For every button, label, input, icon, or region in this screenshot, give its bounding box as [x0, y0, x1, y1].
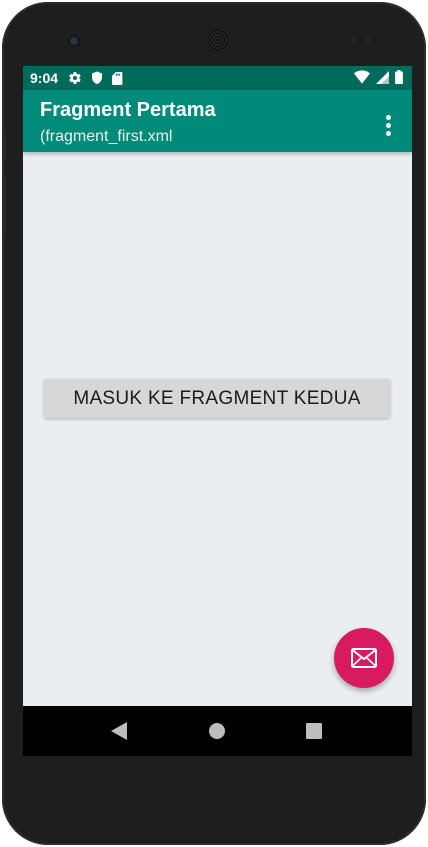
power-button: [2, 177, 6, 237]
light-sensor: [365, 37, 371, 43]
device-screen: 9:04 Fragment Pertama (fragment_first.xm…: [23, 66, 412, 756]
home-icon[interactable]: [187, 706, 247, 756]
signal-icon: [376, 70, 389, 89]
battery-icon: [395, 70, 403, 89]
wifi-icon: [354, 70, 370, 89]
volume-button: [2, 132, 6, 162]
gear-icon: [68, 71, 82, 85]
shield-icon: [91, 71, 103, 85]
earpiece-speaker: [207, 29, 229, 51]
overflow-dot: [385, 114, 391, 120]
app-bar: Fragment Pertama (fragment_first.xml: [23, 90, 412, 152]
more-vert-icon[interactable]: [372, 108, 404, 142]
proximity-sensor: [350, 37, 356, 43]
status-bar: 9:04: [23, 66, 412, 90]
sd-card-icon: [112, 71, 123, 85]
phone-frame: 9:04 Fragment Pertama (fragment_first.xm…: [2, 2, 426, 845]
navigation-bar: [23, 706, 412, 756]
back-icon[interactable]: [89, 706, 149, 756]
status-time: 9:04: [30, 70, 59, 86]
overflow-dot: [385, 130, 391, 136]
overflow-dot: [385, 122, 391, 128]
front-camera: [68, 35, 80, 47]
app-title: Fragment Pertama: [40, 99, 216, 121]
recents-icon[interactable]: [284, 706, 344, 756]
app-subtitle: (fragment_first.xml: [40, 128, 173, 145]
email-icon: [351, 648, 377, 668]
go-to-second-fragment-button[interactable]: MASUK KE FRAGMENT KEDUA: [44, 379, 390, 418]
email-fab-button[interactable]: [334, 628, 394, 688]
status-right-icons: [354, 70, 403, 89]
